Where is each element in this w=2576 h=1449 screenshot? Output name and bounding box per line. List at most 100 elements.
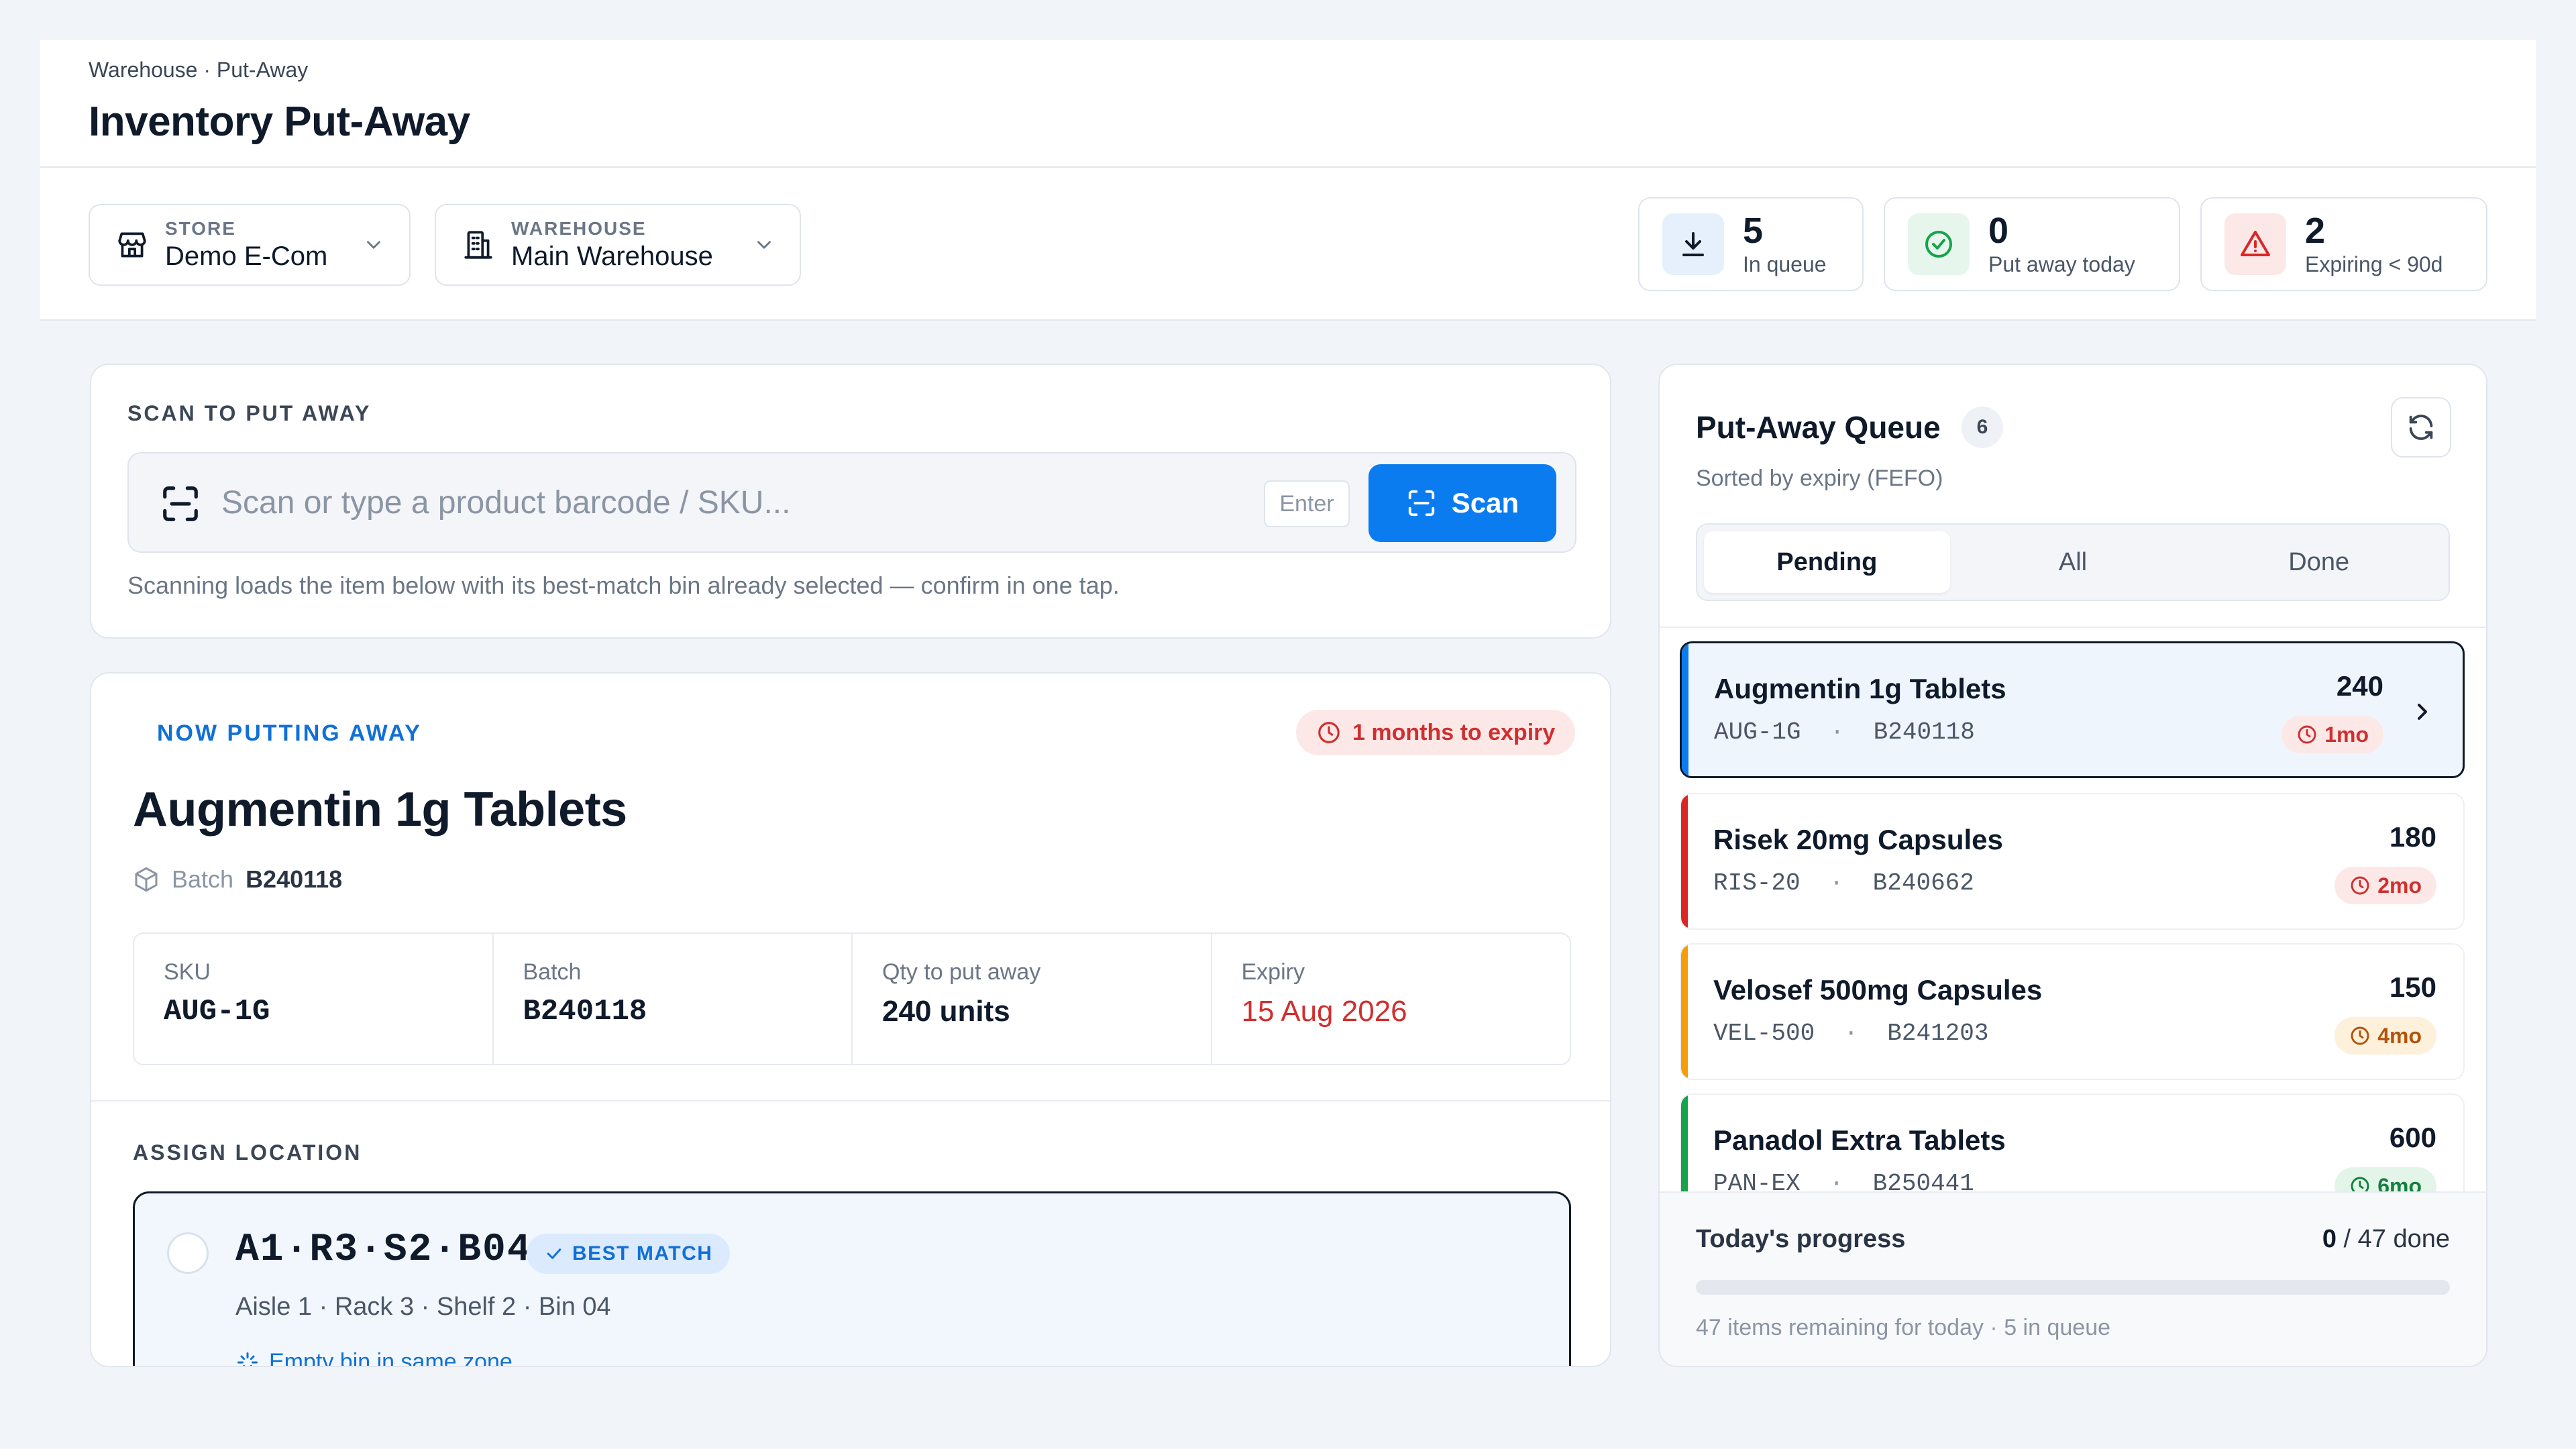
expiry-badge-text: 2mo	[2377, 873, 2422, 898]
stat-label: In queue	[1743, 252, 1827, 276]
location-code: A1·R3·S2·B04	[235, 1228, 532, 1272]
queue-item-name: Velosef 500mg Capsules	[1713, 974, 2043, 1006]
clock-icon	[2351, 876, 2369, 895]
sparkle-icon	[237, 1352, 258, 1366]
divider	[91, 1100, 1610, 1102]
clock-icon	[1318, 722, 1340, 743]
expiry-badge: 2mo	[2334, 867, 2436, 904]
queue-item-sku: VEL-500	[1713, 1020, 1815, 1047]
best-match-label: BEST MATCH	[572, 1242, 713, 1265]
product-name: Augmentin 1g Tablets	[133, 783, 627, 837]
scan-input[interactable]: Scan or type a product barcode / SKU...	[221, 484, 790, 521]
detail-value: 240 units	[882, 995, 1010, 1028]
tab-all[interactable]: All	[1950, 531, 2196, 593]
detail-value: 15 Aug 2026	[1241, 995, 1407, 1028]
location-radio[interactable]	[167, 1232, 209, 1274]
expiry-badge-text: 4mo	[2377, 1023, 2422, 1048]
now-section-label: NOW PUTTING AWAY	[157, 720, 422, 746]
priority-stripe	[1681, 1095, 1688, 1191]
detail-label: SKU	[164, 959, 211, 985]
store-label: STORE	[165, 218, 236, 239]
check-circle-icon	[1908, 213, 1970, 275]
expiry-badge-text: 6mo	[2377, 1173, 2422, 1192]
queue-item-batch: B241203	[1887, 1020, 1989, 1047]
stat-label: Expiring < 90d	[2305, 252, 2443, 276]
building-icon	[460, 227, 496, 263]
detail-sku: SKU AUG-1G	[134, 934, 494, 1064]
queue-item-meta: AUG-1G · B240118	[1714, 718, 1975, 746]
queue-count-badge: 6	[1962, 407, 2003, 448]
priority-stripe	[1682, 643, 1688, 776]
queue-item-meta: PAN-EX · B250441	[1713, 1170, 1974, 1191]
put-away-queue-card: Put-Away Queue 6 Sorted by expiry (FEFO)…	[1658, 364, 2487, 1367]
queue-item[interactable]: Augmentin 1g Tablets AUG-1G · B240118 24…	[1680, 641, 2465, 778]
chevron-down-icon	[367, 241, 380, 249]
scan-button-label: Scan	[1451, 487, 1519, 519]
chevron-down-icon	[757, 241, 771, 249]
scan-button[interactable]: Scan	[1368, 464, 1556, 542]
clock-icon	[2351, 1177, 2369, 1191]
priority-stripe	[1681, 794, 1688, 928]
assign-section-label: ASSIGN LOCATION	[133, 1140, 362, 1165]
queue-item-name: Panadol Extra Tablets	[1713, 1124, 2006, 1156]
detail-value: AUG-1G	[164, 995, 270, 1028]
progress-subtitle: 47 items remaining for today · 5 in queu…	[1696, 1315, 2111, 1340]
detail-value: B240118	[523, 995, 647, 1028]
warning-icon	[2224, 213, 2286, 275]
breadcrumb[interactable]: Warehouse · Put-Away	[89, 58, 308, 83]
queue-item-batch: B240662	[1872, 869, 1974, 897]
queue-item-sku: AUG-1G	[1714, 718, 1801, 746]
warehouse-label: WAREHOUSE	[511, 218, 647, 239]
queue-item[interactable]: Velosef 500mg Capsules VEL-500 · B241203…	[1680, 943, 2465, 1080]
queue-item-qty: 150	[2389, 971, 2436, 1003]
store-icon	[114, 227, 150, 263]
queue-item[interactable]: Panadol Extra Tablets PAN-EX · B250441 6…	[1680, 1093, 2465, 1191]
location-option[interactable]: A1·R3·S2·B04 BEST MATCH Aisle 1 · Rack 3…	[133, 1191, 1571, 1367]
detail-label: Batch	[523, 959, 582, 985]
tab-pending[interactable]: Pending	[1704, 531, 1950, 593]
expiry-badge: 1mo	[2282, 716, 2383, 753]
warehouse-selector[interactable]: WAREHOUSE Main Warehouse	[435, 204, 801, 286]
detail-label: Expiry	[1241, 959, 1305, 985]
queue-item-sku: PAN-EX	[1713, 1170, 1801, 1191]
tab-done[interactable]: Done	[2196, 531, 2442, 593]
batch-key: Batch	[172, 865, 234, 893]
detail-label: Qty to put away	[882, 959, 1041, 985]
location-hint: Empty bin in same zone	[235, 1349, 513, 1367]
now-putting-away-card: NOW PUTTING AWAY 1 months to expiry Augm…	[90, 672, 1611, 1367]
scan-hint: Scanning loads the item below with its b…	[127, 572, 1120, 599]
page-title: Inventory Put-Away	[89, 99, 470, 145]
box-icon	[135, 867, 158, 892]
queue-title: Put-Away Queue	[1696, 410, 1941, 445]
scan-section-label: SCAN TO PUT AWAY	[127, 401, 372, 425]
queue-item-name: Augmentin 1g Tablets	[1714, 673, 2006, 704]
queue-item-qty: 240	[2336, 670, 2383, 702]
store-value: Demo E-Com	[165, 241, 328, 271]
barcode-scan-icon	[1408, 490, 1434, 517]
warehouse-value: Main Warehouse	[511, 241, 713, 271]
stat-value: 5	[1743, 211, 1764, 251]
progress-done: 0	[2322, 1225, 2337, 1253]
queue-item-batch: B250441	[1872, 1170, 1974, 1191]
stat-value: 2	[2305, 211, 2326, 251]
expiry-badge-text: 1 months to expiry	[1352, 719, 1556, 745]
check-icon	[547, 1248, 561, 1259]
stat-label: Put away today	[1988, 252, 2135, 276]
progress-total: / 47 done	[2343, 1225, 2450, 1253]
location-hint-text: Empty bin in same zone	[269, 1349, 513, 1367]
queue-list[interactable]: Augmentin 1g Tablets AUG-1G · B240118 24…	[1660, 627, 2486, 1191]
product-details: SKU AUG-1G Batch B240118 Qty to put away…	[133, 932, 1571, 1065]
queue-item-qty: 180	[2389, 821, 2436, 853]
toolbar: STORE Demo E-Com WAREHOUSE Main Warehous…	[40, 168, 2536, 321]
scan-bar[interactable]: Scan or type a product barcode / SKU... …	[127, 452, 1576, 553]
batch-value: B240118	[246, 865, 343, 893]
queue-item[interactable]: Risek 20mg Capsules RIS-20 · B240662 180…	[1680, 793, 2465, 930]
scan-card: SCAN TO PUT AWAY Scan or type a product …	[90, 364, 1611, 639]
detail-expiry: Expiry 15 Aug 2026	[1212, 934, 1570, 1064]
page-header: Warehouse · Put-Away Inventory Put-Away	[40, 40, 2536, 168]
refresh-icon	[2409, 415, 2433, 440]
store-selector[interactable]: STORE Demo E-Com	[89, 204, 411, 286]
detail-batch: Batch B240118	[494, 934, 853, 1064]
refresh-button[interactable]	[2391, 397, 2451, 458]
priority-stripe	[1681, 945, 1688, 1079]
